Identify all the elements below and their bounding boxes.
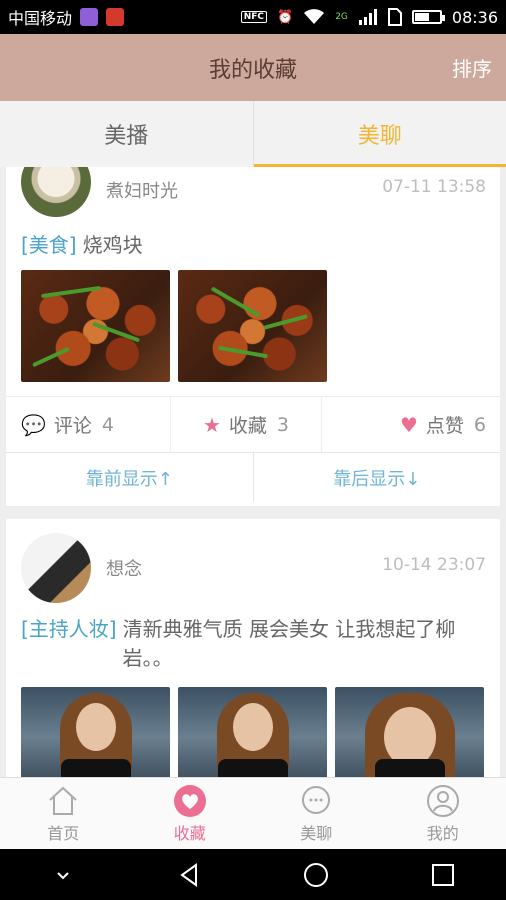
post-photo[interactable] xyxy=(178,687,327,777)
system-nav-bar xyxy=(0,849,506,900)
wifi-icon xyxy=(304,9,325,24)
sort-button[interactable]: 排序 xyxy=(452,53,492,82)
reorder-row: 靠前显示↑ 靠后显示↓ xyxy=(6,452,500,502)
heart-icon: ♥ xyxy=(399,412,418,437)
huawei-notification-icon xyxy=(106,8,125,26)
favorite-label: 收藏 xyxy=(228,415,267,437)
favorites-feed[interactable]: 煮妇时光 07-11 13:58 [美食] 烧鸡块 💬 评论 4 ★ 收藏 3 … xyxy=(0,167,506,777)
favorite-count: 3 xyxy=(276,413,290,436)
network-type: 2G xyxy=(335,12,348,22)
post-card[interactable]: 想念 10-14 23:07 [主持人妆] 清新典雅气质 展会美女 让我想起了柳岩… xyxy=(6,519,500,777)
bottom-nav: 首页 收藏 美聊 我的 xyxy=(0,777,506,849)
nav-profile[interactable]: 我的 xyxy=(380,778,506,849)
home-icon xyxy=(49,786,77,815)
like-count: 6 xyxy=(473,413,486,436)
post-text[interactable]: [主持人妆] 清新典雅气质 展会美女 让我想起了柳岩。。 xyxy=(6,615,500,673)
nav-chat-label: 美聊 xyxy=(300,823,333,843)
page-title: 我的收藏 xyxy=(208,57,297,83)
tab-meiliao[interactable]: 美聊 xyxy=(252,101,506,167)
comment-label: 评论 xyxy=(53,415,92,437)
app-header: 我的收藏 排序 xyxy=(0,34,506,101)
post-photo[interactable] xyxy=(335,687,484,777)
move-up-button[interactable]: 靠前显示↑ xyxy=(6,453,253,502)
post-actions: 💬 评论 4 ★ 收藏 3 ♥ 点赞 6 xyxy=(6,396,500,452)
nfc-icon: NFC xyxy=(240,11,267,23)
user-icon xyxy=(426,784,459,817)
recents-icon[interactable] xyxy=(429,861,457,889)
username[interactable]: 煮妇时光 xyxy=(106,177,178,203)
app-notification-icon xyxy=(80,8,99,26)
photo-grid xyxy=(6,270,500,382)
photo-grid xyxy=(6,687,500,777)
nav-favorites[interactable]: 收藏 xyxy=(127,778,254,849)
post-text[interactable]: [美食] 烧鸡块 xyxy=(6,231,500,260)
tab-meibo[interactable]: 美播 xyxy=(0,101,253,167)
avatar[interactable] xyxy=(21,533,91,603)
tab-bar: 美播 美聊 xyxy=(0,101,506,167)
nav-chat[interactable]: 美聊 xyxy=(253,778,380,849)
post-photo[interactable] xyxy=(21,687,170,777)
carrier-name: 中国移动 xyxy=(8,9,73,28)
move-down-button[interactable]: 靠后显示↓ xyxy=(252,453,501,502)
avatar[interactable] xyxy=(21,167,91,217)
signal-icon xyxy=(358,9,377,25)
nav-favorites-label: 收藏 xyxy=(173,823,206,843)
post-title: 烧鸡块 xyxy=(82,233,143,257)
post-tag[interactable]: [美食] xyxy=(21,233,77,257)
post-title: 清新典雅气质 展会美女 让我想起了柳岩。。 xyxy=(122,617,456,670)
heart-icon xyxy=(173,784,206,817)
clock: 08:36 xyxy=(451,7,498,27)
home-button-icon[interactable] xyxy=(302,861,330,889)
like-button[interactable]: ♥ 点赞 6 xyxy=(322,397,500,452)
post-tag[interactable]: [主持人妆] xyxy=(21,615,117,673)
nav-home-label: 首页 xyxy=(47,823,80,843)
like-label: 点赞 xyxy=(425,415,464,437)
comment-count: 4 xyxy=(101,413,115,436)
star-icon: ★ xyxy=(202,412,221,437)
post-photo[interactable] xyxy=(21,270,170,382)
status-bar: 中国移动 NFC ⏰ 2G 08:36 xyxy=(0,0,506,34)
sim-icon xyxy=(387,8,402,26)
post-photo[interactable] xyxy=(178,270,327,382)
nav-home[interactable]: 首页 xyxy=(0,778,127,849)
nav-profile-label: 我的 xyxy=(426,823,459,843)
post-time: 07-11 13:58 xyxy=(382,177,486,197)
favorite-button[interactable]: ★ 收藏 3 xyxy=(170,397,322,452)
post-card[interactable]: 煮妇时光 07-11 13:58 [美食] 烧鸡块 💬 评论 4 ★ 收藏 3 … xyxy=(6,167,500,506)
post-time: 10-14 23:07 xyxy=(382,555,486,575)
chevron-down-icon[interactable] xyxy=(49,861,77,889)
back-icon[interactable] xyxy=(176,861,204,889)
username[interactable]: 想念 xyxy=(106,555,142,581)
battery-icon xyxy=(411,10,445,24)
chat-icon xyxy=(302,785,331,814)
comment-button[interactable]: 💬 评论 4 xyxy=(6,397,170,452)
comment-icon: 💬 xyxy=(21,412,46,437)
alarm-icon: ⏰ xyxy=(277,9,294,25)
